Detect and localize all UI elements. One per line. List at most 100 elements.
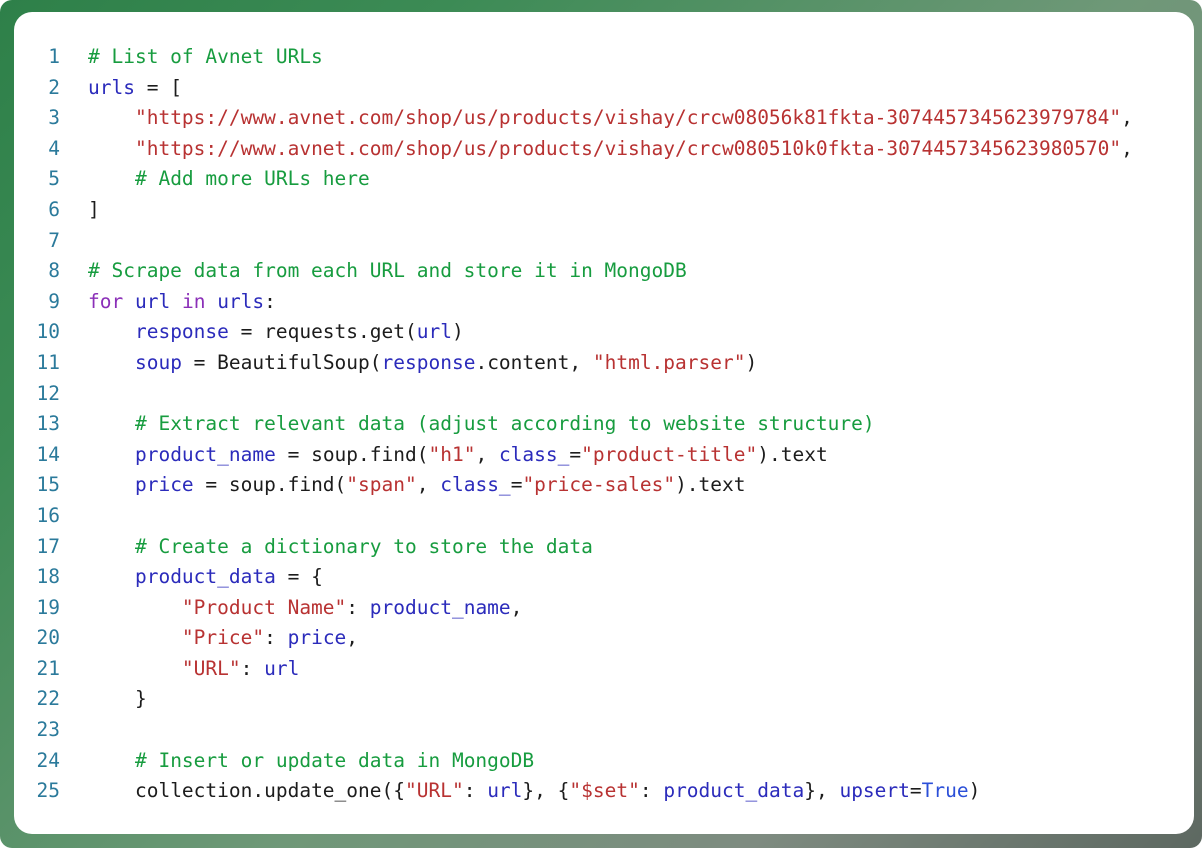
code-token-pln: ) — [968, 779, 981, 803]
code-line: 18 product_data = { — [14, 562, 1133, 593]
code-line: 21 "URL": url — [14, 654, 1133, 685]
line-number: 8 — [48, 259, 60, 283]
code-token-pln: , — [510, 595, 523, 619]
code-token-nam: product_data — [134, 565, 276, 589]
code-token-str: "$set" — [569, 779, 640, 803]
code-token-pln: = BeautifulSoup( — [181, 350, 382, 374]
line-number: 2 — [48, 75, 60, 99]
code-token-com: # List of Avnet URLs — [88, 45, 323, 68]
code-line: 20 "Price": price, — [14, 623, 1133, 654]
code-token-str: "Price" — [181, 626, 265, 650]
code-line: 19 "Product Name": product_name, — [14, 593, 1133, 624]
code-token-str: "span" — [346, 473, 417, 497]
line-number: 9 — [48, 289, 60, 313]
code-token-pln: : — [264, 289, 276, 313]
code-token-pln: : — [264, 626, 288, 650]
line-number: 16 — [36, 503, 60, 527]
code-token-pln — [88, 137, 135, 160]
code-token-str: "html.parser" — [592, 350, 746, 374]
code-token-pln — [88, 596, 182, 619]
code-token-com: # Scrape data from each URL and store it… — [88, 259, 687, 283]
line-number: 19 — [36, 595, 60, 619]
code-token-nam: price — [134, 473, 194, 497]
code-token-pln — [88, 320, 135, 343]
code-token-pln: , — [475, 442, 499, 466]
code-token-nam: response — [381, 350, 476, 374]
code-snippet-card: 1 # List of Avnet URLs 2 urls = [3 "https:/… — [0, 0, 1202, 848]
line-number: 7 — [48, 228, 60, 252]
code-token-pln — [123, 290, 135, 313]
code-token-nam: class_ — [440, 473, 511, 497]
code-token-com: # Create a dictionary to store the data — [134, 534, 593, 558]
code-token-pln: = soup.find( — [275, 442, 429, 466]
code-token-pln: }, — [804, 779, 840, 803]
code-token-pln — [88, 626, 182, 649]
code-token-nam: soup — [134, 350, 182, 374]
code-line: 17 # Create a dictionary to store the da… — [14, 532, 1133, 563]
code-token-pln — [88, 412, 135, 435]
code-line: 13 # Extract relevant data (adjust accor… — [14, 409, 1133, 440]
line-number: 11 — [36, 350, 60, 374]
code-line: 8 # Scrape data from each URL and store i… — [14, 256, 1133, 287]
code-token-pln — [88, 443, 135, 466]
code-token-nam: url — [264, 656, 300, 680]
line-number: 24 — [36, 748, 60, 772]
code-token-pln: collection.update_one({ — [134, 779, 405, 803]
code-token-nam: product_name — [369, 595, 511, 619]
code-token-pln: : — [240, 656, 265, 680]
code-token-nam: url — [134, 289, 171, 313]
code-token-nam: class_ — [498, 442, 570, 466]
code-token-pln — [170, 290, 182, 313]
code-token-nam: product_name — [134, 442, 276, 466]
code-line: 3 "https://www.avnet.com/shop/us/product… — [14, 103, 1133, 134]
code-token-pln: , — [346, 626, 359, 650]
code-token-pln — [88, 351, 135, 374]
code-token-str: "h1" — [428, 442, 476, 466]
code-token-pln: = [ — [134, 75, 182, 99]
code-token-pln: ).text — [757, 442, 828, 466]
line-number: 14 — [36, 442, 60, 466]
code-token-pln: = — [569, 442, 582, 466]
code-token-pln: , — [1121, 136, 1133, 160]
code-token-pln: = — [909, 779, 922, 803]
code-token-pln — [88, 535, 135, 558]
line-number: 6 — [48, 197, 60, 221]
code-line: 23 — [14, 715, 1133, 746]
code-token-str: "https://www.avnet.com/shop/us/products/… — [134, 136, 1122, 160]
code-token-pln: ).text — [675, 473, 746, 497]
line-number: 4 — [48, 136, 60, 160]
code-token-pln: ] — [88, 197, 100, 221]
code-token-pln: }, { — [522, 779, 570, 803]
code-token-str: "Product Name" — [181, 595, 347, 619]
code-token-com: # Insert or update data in MongoDB — [134, 748, 535, 772]
code-token-nam: price — [287, 626, 347, 650]
line-number: 1 — [48, 45, 60, 68]
code-token-pln: = requests.get( — [228, 320, 417, 344]
code-token-str: "price-sales" — [522, 473, 676, 497]
code-token-pln: ) — [745, 350, 758, 374]
code-token-com: # Add more URLs here — [134, 167, 370, 191]
code-token-pln: = soup.find( — [193, 473, 347, 497]
code-token-pln: , — [416, 473, 441, 497]
code-token-kw: in — [181, 289, 206, 313]
code-token-nam: urls — [217, 289, 265, 313]
code-line: 16 — [14, 501, 1133, 532]
code-token-pln — [88, 167, 135, 190]
code-token-pln — [88, 749, 135, 772]
code-listing[interactable]: 1 # List of Avnet URLs 2 urls = [3 "https:/… — [14, 12, 1133, 807]
code-token-nam: product_data — [663, 779, 805, 803]
code-line: 6] — [14, 195, 1133, 226]
code-token-nam: upsert — [839, 779, 910, 803]
line-number: 15 — [36, 473, 60, 497]
code-line: 24 # Insert or update data in MongoDB — [14, 746, 1133, 777]
line-number: 5 — [48, 167, 60, 191]
code-line: 2 urls = [ — [14, 73, 1133, 104]
code-token-pln: ) — [451, 320, 464, 344]
code-line: 1 # List of Avnet URLs — [14, 42, 1133, 73]
code-token-nam: response — [134, 320, 229, 344]
code-line: 10 response = requests.get(url) — [14, 317, 1133, 348]
code-line: 22 } — [14, 684, 1133, 715]
code-token-kw: for — [88, 289, 124, 313]
code-token-pln: : — [346, 595, 370, 619]
code-token-pln: = { — [275, 565, 323, 589]
